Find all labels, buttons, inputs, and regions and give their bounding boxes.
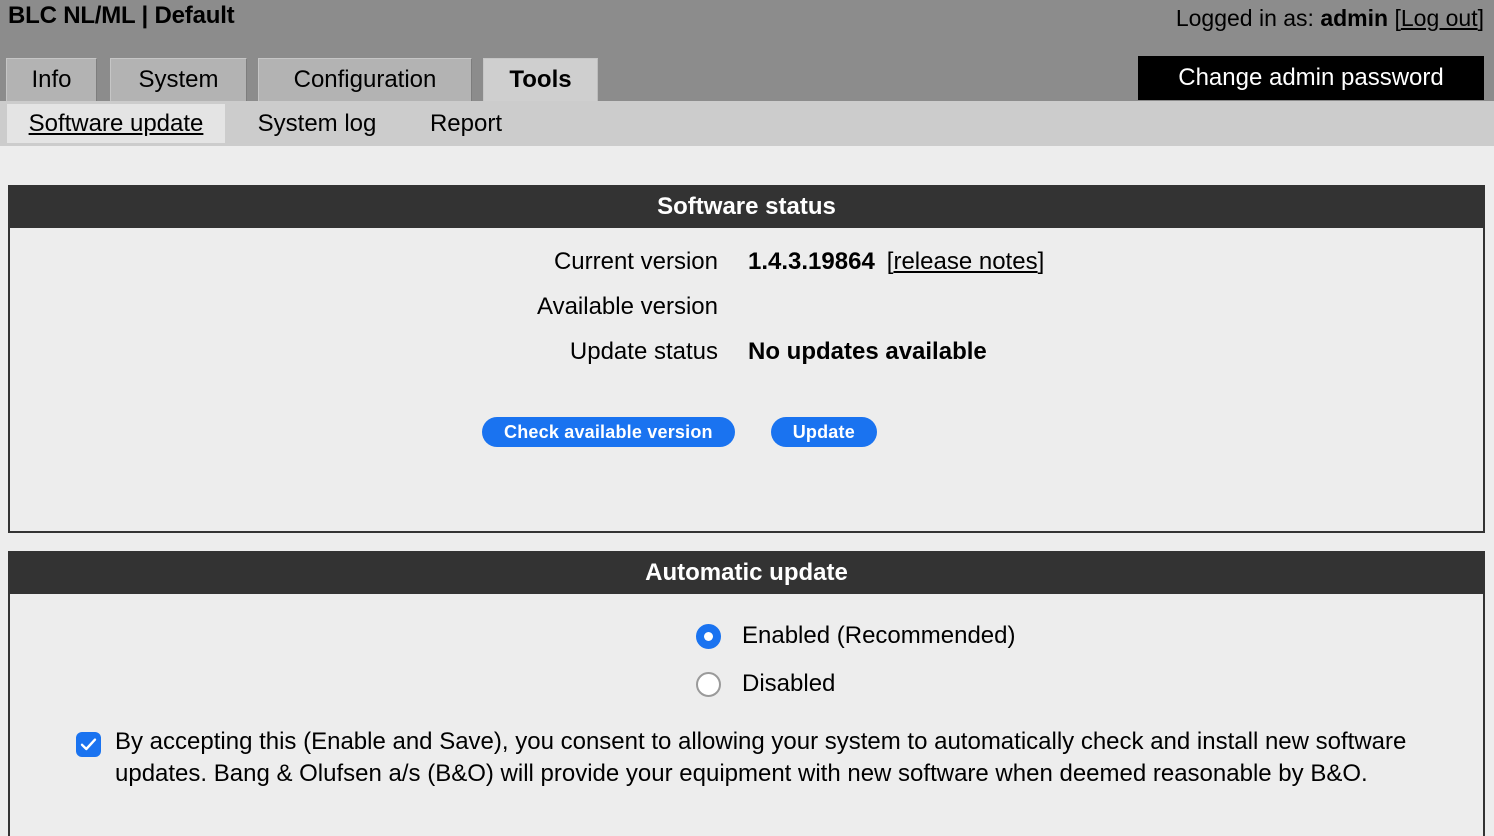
tab-tools[interactable]: Tools (483, 58, 598, 101)
logout-bracket-close: ] (1477, 5, 1484, 31)
release-notes-group: [release notes] (887, 248, 1044, 275)
automatic-update-panel-title: Automatic update (10, 553, 1483, 595)
logged-in-username: admin (1320, 5, 1389, 31)
tab-info-label: Info (31, 66, 72, 93)
tab-system[interactable]: System (110, 58, 247, 101)
subtab-system-log[interactable]: System log (240, 104, 394, 143)
tab-configuration-label: Configuration (293, 66, 437, 93)
login-status: Logged in as: admin [Log out] (1176, 5, 1484, 32)
sub-tab-bar: Software update System log Report (0, 101, 1494, 146)
checkmark-icon (80, 738, 97, 751)
content-area: Software status Current version 1.4.3.19… (0, 146, 1494, 836)
subtab-software-update-label: Software update (28, 109, 204, 137)
software-status-button-row: Check available version Update (10, 417, 1483, 448)
current-version-label: Current version (553, 248, 718, 276)
current-version-value: 1.4.3.19864 (748, 248, 875, 276)
radio-disabled-icon[interactable] (696, 671, 721, 697)
tab-configuration[interactable]: Configuration (258, 58, 472, 101)
radio-enabled-label: Enabled (Recommended) (742, 622, 1016, 650)
page-title: BLC NL/ML | Default (8, 2, 235, 29)
subtab-report[interactable]: Report (412, 104, 520, 143)
radio-enabled-icon[interactable] (696, 623, 721, 649)
subtab-system-log-label: System log (257, 109, 377, 137)
available-version-label: Available version (537, 293, 718, 321)
logout-link[interactable]: Log out (1401, 5, 1478, 31)
automatic-update-panel: Automatic update Enabled (Recommended) D… (8, 551, 1485, 836)
automatic-update-body: Enabled (Recommended) Disabled By accept… (10, 594, 1483, 836)
subtab-report-label: Report (429, 109, 503, 137)
update-button[interactable]: Update (770, 417, 877, 448)
software-status-panel-title: Software status (10, 187, 1483, 229)
current-version-value-group: 1.4.3.19864 [release notes] (718, 248, 1044, 276)
update-status-value: No updates available (748, 338, 987, 366)
update-status-label: Update status (569, 338, 718, 366)
radio-option-enabled[interactable]: Enabled (Recommended) (10, 612, 1483, 660)
release-notes-link[interactable]: release notes (893, 248, 1037, 275)
software-status-panel: Software status Current version 1.4.3.19… (8, 185, 1485, 533)
tab-tools-label: Tools (509, 66, 572, 93)
tab-info[interactable]: Info (6, 58, 97, 101)
top-bar: BLC NL/ML | Default Logged in as: admin … (0, 0, 1494, 51)
row-update-status: Update status No updates available (10, 338, 1483, 383)
software-status-body: Current version 1.4.3.19864 [release note… (10, 228, 1483, 529)
radio-option-disabled[interactable]: Disabled (10, 660, 1483, 708)
main-tab-bar: Info System Configuration Tools Change a… (0, 51, 1494, 101)
radio-disabled-label: Disabled (742, 670, 836, 698)
subtab-software-update[interactable]: Software update (7, 104, 225, 143)
check-available-version-button[interactable]: Check available version (482, 417, 735, 448)
change-admin-password-button[interactable]: Change admin password (1138, 56, 1484, 100)
row-current-version: Current version 1.4.3.19864 [release note… (10, 248, 1483, 293)
logged-in-prefix: Logged in as: (1175, 5, 1321, 31)
release-notes-bracket-close: ] (1037, 248, 1045, 276)
row-available-version: Available version (10, 293, 1483, 338)
logout-bracket-open: [ (1388, 5, 1401, 31)
tab-system-label: System (138, 66, 219, 93)
consent-text: By accepting this (Enable and Save), you… (115, 728, 1407, 788)
consent-checkbox[interactable] (76, 732, 101, 758)
consent-row: By accepting this (Enable and Save), you… (10, 708, 1483, 790)
